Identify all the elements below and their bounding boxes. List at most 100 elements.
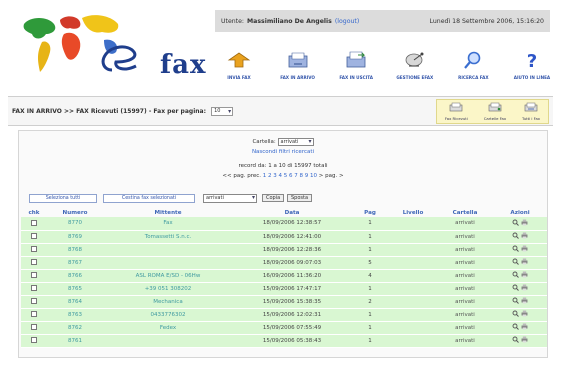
- fax-folders-button[interactable]: Cartelle Fax: [484, 102, 506, 121]
- view-fax-icon[interactable]: [512, 297, 519, 306]
- cell-mittente[interactable]: [103, 334, 233, 348]
- send-fax-button[interactable]: INVIA FAX: [218, 48, 260, 90]
- logout-link[interactable]: (logout): [335, 18, 359, 25]
- table-row[interactable]: 8765 +39 051 308202 15/09/2006 17:47:17 1 ar…: [21, 282, 547, 296]
- row-checkbox[interactable]: [31, 259, 37, 266]
- manage-efax-button[interactable]: GESTIONE EFAX: [394, 48, 436, 90]
- help-label: AIUTO IN LINEA: [513, 75, 551, 80]
- view-fax-icon[interactable]: [512, 258, 519, 267]
- search-fax-button[interactable]: RICERCA FAX: [452, 48, 494, 90]
- row-checkbox[interactable]: [31, 246, 37, 253]
- cell-mittente[interactable]: ASL ROMA E/SD - 06Hw: [103, 269, 233, 283]
- delete-selected-button[interactable]: Cestina fax selezionati: [103, 194, 195, 203]
- cell-mittente[interactable]: Tomassetti S.n.c.: [103, 230, 233, 244]
- header-cartella[interactable]: Cartella: [437, 208, 493, 217]
- table-row[interactable]: 8767 18/09/2006 09:07:03 5 arrivati: [21, 256, 547, 270]
- fax-table: chk Numero Mittente Data Pag Livello Car…: [21, 208, 547, 348]
- cell-azioni: [493, 256, 547, 270]
- table-row[interactable]: 8766 ASL ROMA E/SD - 06Hw 16/09/2006 11:36…: [21, 269, 547, 283]
- cell-numero[interactable]: 8763: [47, 308, 103, 322]
- copy-button[interactable]: Copia: [262, 194, 285, 202]
- cell-numero[interactable]: 8765: [47, 282, 103, 296]
- cell-data: 15/09/2006 17:47:17: [233, 282, 351, 296]
- print-fax-icon[interactable]: [521, 297, 528, 306]
- cell-mittente[interactable]: Fax: [103, 217, 233, 231]
- header-numero[interactable]: Numero: [47, 208, 103, 217]
- print-fax-icon[interactable]: [521, 245, 528, 254]
- print-fax-icon[interactable]: [521, 271, 528, 280]
- cell-mittente[interactable]: [103, 243, 233, 257]
- print-fax-icon[interactable]: [521, 284, 528, 293]
- select-all-button[interactable]: Seleziona tutti: [29, 194, 97, 203]
- view-fax-icon[interactable]: [512, 232, 519, 241]
- help-icon: ?: [519, 48, 545, 72]
- pager-next[interactable]: > pag. >: [319, 173, 344, 179]
- hide-filters-link[interactable]: Nascondi filtri ricercati: [252, 149, 314, 155]
- print-fax-icon[interactable]: [521, 258, 528, 267]
- row-checkbox[interactable]: [31, 285, 37, 292]
- table-row[interactable]: 8764 Mechanica 15/09/2006 15:38:35 2 arrivat…: [21, 295, 547, 309]
- cell-mittente[interactable]: 0433776302: [103, 308, 233, 322]
- print-fax-icon[interactable]: [521, 336, 528, 345]
- fax-list-panel: Cartella: arrivati Nascondi filtri ricer…: [18, 130, 548, 358]
- per-page-select[interactable]: 10: [211, 107, 234, 116]
- all-fax-button[interactable]: Tutti i Fax: [522, 102, 540, 121]
- cell-mittente[interactable]: [103, 256, 233, 270]
- cell-mittente[interactable]: Fedex: [103, 321, 233, 335]
- cell-numero[interactable]: 8766: [47, 269, 103, 283]
- row-checkbox[interactable]: [31, 311, 37, 318]
- cell-numero[interactable]: 8768: [47, 243, 103, 257]
- cell-azioni: [493, 295, 547, 309]
- outgoing-fax-icon: [343, 48, 369, 72]
- print-fax-icon[interactable]: [521, 232, 528, 241]
- move-button[interactable]: Sposta: [287, 194, 313, 202]
- table-row[interactable]: 8761 15/09/2006 05:38:43 1 arrivati: [21, 334, 547, 348]
- view-fax-icon[interactable]: [512, 245, 519, 254]
- header-chk: chk: [28, 209, 40, 216]
- cell-numero[interactable]: 8767: [47, 256, 103, 270]
- print-fax-icon[interactable]: [521, 219, 528, 228]
- view-fax-icon[interactable]: [512, 284, 519, 293]
- cell-numero[interactable]: 8769: [47, 230, 103, 244]
- view-fax-icon[interactable]: [512, 271, 519, 280]
- move-target-select[interactable]: arrivati: [203, 194, 257, 203]
- incoming-fax-label: FAX IN ARRIVO: [280, 75, 315, 80]
- cell-numero[interactable]: 8762: [47, 321, 103, 335]
- view-fax-icon[interactable]: [512, 336, 519, 345]
- cell-numero[interactable]: 8770: [47, 217, 103, 231]
- header-pag[interactable]: Pag: [351, 208, 389, 217]
- table-row[interactable]: 8763 0433776302 15/09/2006 12:02:31 1 arriva…: [21, 308, 547, 322]
- fax-received-button[interactable]: Fax Ricevuti: [445, 102, 468, 121]
- row-checkbox[interactable]: [31, 220, 37, 226]
- row-checkbox[interactable]: [31, 298, 37, 305]
- row-checkbox[interactable]: [31, 272, 37, 279]
- table-row[interactable]: 8768 18/09/2006 12:28:36 1 arrivati: [21, 243, 547, 257]
- folder-select[interactable]: arrivati: [277, 137, 314, 146]
- send-fax-label: INVIA FAX: [227, 75, 251, 80]
- row-checkbox[interactable]: [31, 337, 37, 344]
- help-button[interactable]: ? AIUTO IN LINEA: [511, 48, 553, 90]
- view-fax-icon[interactable]: [512, 323, 519, 332]
- row-checkbox-cell: [21, 295, 47, 309]
- view-fax-icon[interactable]: [512, 219, 519, 228]
- cell-mittente[interactable]: +39 051 308202: [103, 282, 233, 296]
- row-checkbox[interactable]: [31, 324, 37, 331]
- table-row[interactable]: 8769 Tomassetti S.n.c. 18/09/2006 12:41:00…: [21, 230, 547, 244]
- header-data[interactable]: Data: [233, 208, 351, 217]
- pager-pages[interactable]: 1 2 3 4 5 6 7 8 9 10: [263, 173, 317, 179]
- cell-mittente[interactable]: Mechanica: [103, 295, 233, 309]
- header-mittente[interactable]: Mittente: [103, 208, 233, 217]
- table-row[interactable]: 8762 Fedex 15/09/2006 07:55:49 1 arrivati: [21, 321, 547, 335]
- header-livello[interactable]: Livello: [389, 208, 437, 217]
- filters-area: Cartella: arrivati Nascondi filtri ricer…: [19, 137, 547, 181]
- cell-numero[interactable]: 8764: [47, 295, 103, 309]
- incoming-fax-button[interactable]: FAX IN ARRIVO: [277, 48, 319, 90]
- cell-numero[interactable]: 8761: [47, 334, 103, 348]
- print-fax-icon[interactable]: [521, 310, 528, 319]
- pager-prev[interactable]: << pag. prec.: [222, 173, 261, 179]
- row-checkbox[interactable]: [31, 233, 37, 240]
- outgoing-fax-button[interactable]: FAX IN USCITA: [335, 48, 377, 90]
- view-fax-icon[interactable]: [512, 310, 519, 319]
- print-fax-icon[interactable]: [521, 323, 528, 332]
- table-row[interactable]: 8770 Fax 18/09/2006 12:38:57 1 arrivati: [21, 217, 547, 231]
